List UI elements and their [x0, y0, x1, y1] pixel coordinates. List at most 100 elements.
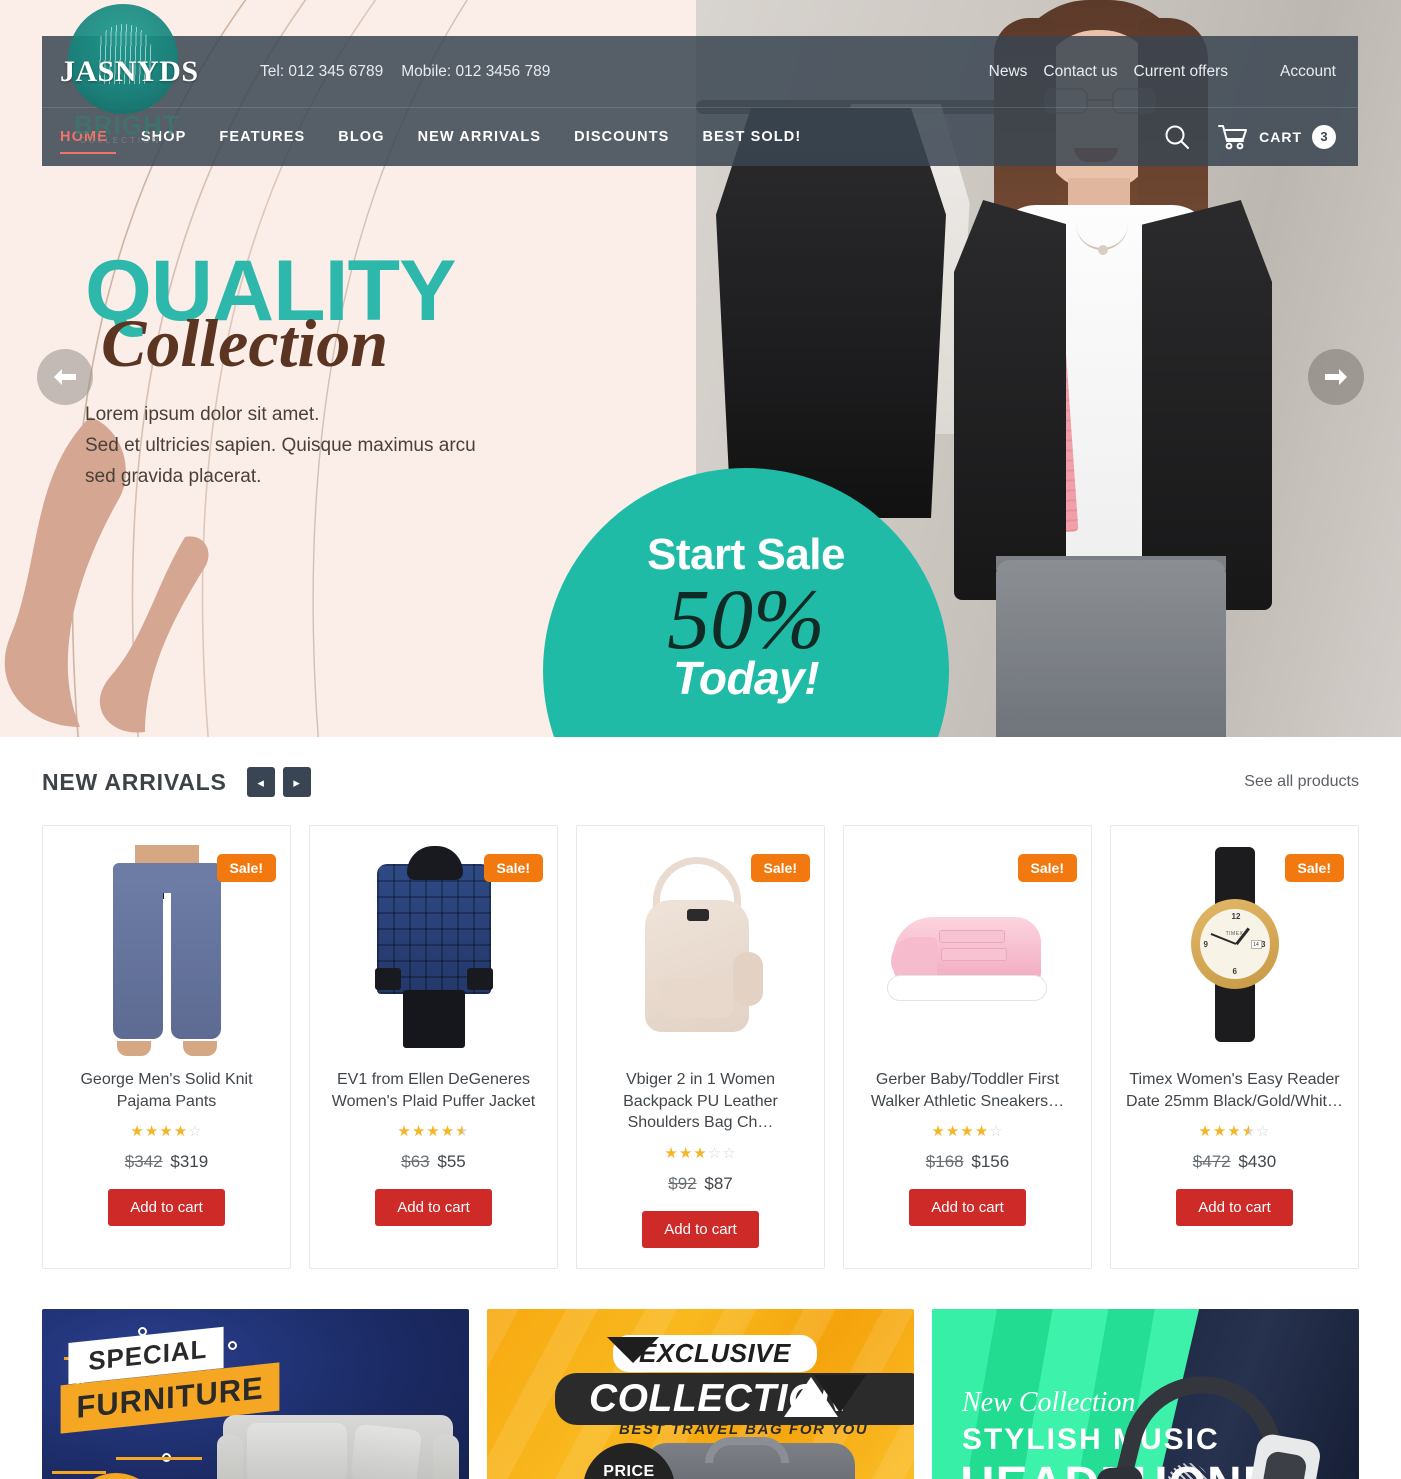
product-old-price: $342	[124, 1152, 163, 1172]
pajama-pants-image	[107, 844, 227, 1056]
product-grid: Sale! George Men's Solid Knit Pajama Pan…	[42, 825, 1359, 1269]
hero-desc-line1: Lorem ipsum dolor sit amet.	[85, 404, 320, 426]
triangle-icon	[607, 1336, 659, 1363]
product-card[interactable]: Sale! EV1 from Ellen DeGeneres Women's P…	[309, 825, 558, 1269]
carousel-prev-button[interactable]: ◂	[246, 767, 275, 797]
product-price: $63 $55	[310, 1152, 557, 1172]
product-new-price: $55	[437, 1152, 466, 1172]
product-title: George Men's Solid Knit Pajama Pants	[80, 1071, 253, 1110]
product-image: Sale!	[310, 832, 557, 1057]
product-new-price: $319	[170, 1152, 209, 1172]
arrow-right-icon	[1325, 369, 1347, 385]
hero-subtitle-script: Collection	[101, 305, 389, 382]
add-to-cart-button[interactable]: Add to cart	[108, 1189, 225, 1227]
hero-prev-arrow[interactable]	[37, 349, 93, 405]
model-jacket-left	[954, 200, 1066, 600]
nav-item-discounts[interactable]: DISCOUNTS	[574, 129, 702, 145]
main-navigation: HOME SHOP FEATURES BLOG NEW ARRIVALS DIS…	[42, 108, 1358, 165]
promo-banners: SPECIAL FURNITURE EXCLUSIVE COLLECTION B…	[0, 1308, 1401, 1479]
banner-line3: BEST TRAVEL BAG FOR YOU	[619, 1420, 869, 1438]
product-rating: ★★★★☆	[1198, 1123, 1271, 1141]
banner-line1: New Collection	[962, 1386, 1136, 1418]
cart-icon	[1218, 124, 1248, 149]
phone-tel: Tel: 012 345 6789	[260, 62, 384, 80]
triangle-white-icon	[784, 1376, 838, 1417]
account-link[interactable]: Account	[1280, 63, 1336, 81]
product-image: Sale!	[844, 832, 1091, 1057]
search-button[interactable]	[1163, 123, 1191, 151]
product-price: $472 $430	[1111, 1152, 1358, 1172]
wristwatch-image: 12 3 6 9 TIMEX 14	[1180, 847, 1290, 1042]
cart-count-badge: 3	[1312, 124, 1336, 149]
cart-button[interactable]: CART 3	[1217, 123, 1336, 151]
product-rating: ★★★★★	[397, 1123, 470, 1141]
top-link-news[interactable]: News	[989, 63, 1028, 81]
nav-item-new-arrivals[interactable]: NEW ARRIVALS	[418, 129, 575, 145]
bag-handle	[705, 1436, 789, 1463]
model-jeans	[996, 560, 1226, 737]
contact-info: Tel: 012 345 6789 Mobile: 012 3456 789	[260, 63, 550, 81]
sale-badge: Sale!	[1017, 854, 1077, 882]
hero-next-arrow[interactable]	[1308, 349, 1364, 405]
arrow-left-icon	[54, 369, 76, 385]
sale-badge: Sale!	[216, 854, 276, 882]
product-card[interactable]: Sale! Gerber Baby/Toddler First Walker A…	[843, 825, 1092, 1269]
product-price: $92 $87	[577, 1174, 824, 1194]
site-header: JASNYDS BRIGHT COLLECTION Tel: 012 345 6…	[42, 3, 1358, 166]
product-image: Sale!	[577, 832, 824, 1057]
nav-item-blog[interactable]: BLOG	[338, 129, 417, 145]
logo-subtext-small: COLLECTION	[80, 135, 162, 145]
product-price: $342 $319	[43, 1152, 290, 1172]
banner-headphone[interactable]: New Collection STYLISH MUSIC HEADPHONE	[932, 1308, 1359, 1479]
product-old-price: $168	[925, 1152, 964, 1172]
product-image: Sale! 12 3 6 9 TIMEX 14	[1111, 832, 1358, 1057]
search-icon	[1165, 125, 1190, 149]
logo-text: JASNYDS	[60, 54, 199, 88]
product-rating: ★★★☆☆	[664, 1144, 737, 1162]
logo[interactable]: JASNYDS BRIGHT COLLECTION	[60, 3, 230, 145]
banner-travel-bag[interactable]: EXCLUSIVE COLLECTION BEST TRAVEL BAG FOR…	[487, 1308, 914, 1479]
banner-furniture[interactable]: SPECIAL FURNITURE	[42, 1308, 469, 1479]
product-card[interactable]: Sale! 12 3 6 9 TIMEX 14 Timex Women's Ea…	[1110, 825, 1359, 1269]
top-link-offers[interactable]: Current offers	[1134, 63, 1228, 81]
product-new-price: $87	[704, 1173, 733, 1193]
sofa-image	[213, 1401, 463, 1479]
hero-description: Lorem ipsum dolor sit amet. Sed et ultri…	[85, 400, 645, 492]
product-new-price: $156	[971, 1152, 1010, 1172]
sneakers-image	[885, 885, 1050, 1005]
product-new-price: $430	[1238, 1152, 1277, 1172]
cart-label: CART	[1259, 128, 1302, 145]
product-card[interactable]: Sale! George Men's Solid Knit Pajama Pan…	[42, 825, 291, 1269]
add-to-cart-button[interactable]: Add to cart	[642, 1210, 759, 1248]
carousel-next-button[interactable]: ▸	[282, 767, 311, 797]
product-image: Sale!	[43, 832, 290, 1057]
product-old-price: $472	[1192, 1152, 1231, 1172]
hero-section: QUALITY Collection Lorem ipsum dolor sit…	[0, 0, 1401, 737]
product-title: EV1 from Ellen DeGeneres Women's Plaid P…	[331, 1071, 536, 1110]
product-title: Vbiger 2 in 1 Women Backpack PU Leather …	[623, 1071, 778, 1132]
carousel-controls: ◂ ▸	[246, 767, 311, 797]
sale-badge: Sale!	[750, 854, 810, 882]
hero-desc-line2: Sed et ultricies sapien. Quisque maximus…	[85, 435, 476, 457]
new-arrivals-section: NEW ARRIVALS ◂ ▸ See all products Sale! …	[0, 737, 1401, 1269]
product-old-price: $63	[401, 1152, 430, 1172]
nav-actions: CART 3	[1163, 123, 1336, 151]
nav-item-best-sold[interactable]: BEST SOLD!	[702, 129, 834, 145]
phone-mobile: Mobile: 012 3456 789	[401, 62, 551, 80]
add-to-cart-button[interactable]: Add to cart	[1176, 1189, 1293, 1227]
top-link-contact[interactable]: Contact us	[1043, 63, 1117, 81]
hero-desc-line3: sed gravida placerat.	[85, 465, 262, 487]
product-old-price: $92	[668, 1173, 697, 1193]
see-all-products-link[interactable]: See all products	[1244, 773, 1359, 791]
product-card[interactable]: Sale! Vbiger 2 in 1 Women Backpack PU Le…	[576, 825, 825, 1269]
add-to-cart-button[interactable]: Add to cart	[909, 1189, 1026, 1227]
nav-item-features[interactable]: FEATURES	[219, 129, 338, 145]
add-to-cart-button[interactable]: Add to cart	[375, 1189, 492, 1227]
new-arrivals-header: NEW ARRIVALS ◂ ▸ See all products	[42, 737, 1359, 805]
product-rating: ★★★★☆	[130, 1123, 203, 1141]
product-price: $168 $156	[844, 1152, 1091, 1172]
sale-today: Today!	[672, 651, 820, 704]
sale-badge: Sale!	[1284, 854, 1344, 882]
sale-percent: 50%	[667, 571, 825, 667]
price-label: PRICE	[603, 1462, 655, 1479]
